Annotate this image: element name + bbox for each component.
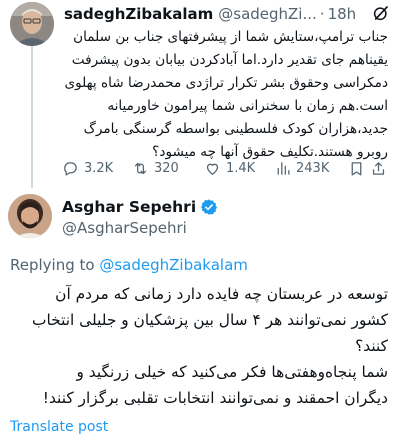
- avatar-sadeghzibakalam[interactable]: [10, 2, 54, 46]
- grok-icon[interactable]: [372, 4, 390, 22]
- parent-text-line: یقیناهم جای تقدیر دارد.اما آبادکردن بیاب…: [71, 52, 388, 68]
- parent-handle[interactable]: @sadeghZi...: [218, 4, 317, 24]
- main-text-line: توسعه در عربستان چه فایده دارد زمانی که …: [55, 285, 388, 303]
- views-icon: [277, 161, 290, 175]
- reply-count: 3.2K: [84, 160, 114, 176]
- main-text-line: دیگران احمقند و نمی‌توانند انتخابات تقلب…: [42, 389, 388, 407]
- thread-connector-line: [31, 38, 33, 188]
- parent-tweet-text: جناب ترامپ،ستایش شما از پیشرفتهای جناب ب…: [62, 26, 388, 164]
- verified-badge-icon[interactable]: [200, 198, 218, 216]
- like-icon: [206, 163, 219, 175]
- like-count: 1.4K: [226, 160, 256, 176]
- retweet-button[interactable]: 320: [132, 160, 204, 177]
- parent-tweet-header: sadeghZibakalam @sadeghZi... · 18h: [64, 4, 388, 24]
- parent-text-line: جناب ترامپ،ستایش شما از پیشرفتهای جناب ب…: [73, 29, 388, 45]
- retweet-icon: [134, 162, 147, 174]
- views-button[interactable]: 243K: [274, 160, 348, 177]
- main-author-row: Asghar Sepehri: [62, 197, 218, 217]
- avatar-asgharsepehri[interactable]: [8, 194, 52, 238]
- parent-text-line: دمکراسی وحقوق بشر تکرار تراژدی محمدرضا ش…: [64, 75, 388, 91]
- bookmark-button[interactable]: [348, 160, 370, 177]
- parent-display-name[interactable]: sadeghZibakalam: [64, 4, 213, 24]
- main-text-line: شما پنجاه‌وهفتی‌ها فکر می‌کنید که خیلی ز…: [76, 363, 388, 381]
- reply-icon: [64, 161, 77, 176]
- main-text-line: کنند؟: [355, 337, 388, 355]
- translate-post-link[interactable]: Translate post: [10, 419, 108, 435]
- bookmark-icon: [351, 161, 362, 176]
- parent-tweet[interactable]: sadeghZibakalam @sadeghZi... · 18h جناب …: [0, 0, 400, 188]
- share-button[interactable]: [370, 160, 390, 177]
- main-text-line: کشور نمی‌توانند هر ۴ سال بین پزشکیان و ج…: [31, 311, 388, 329]
- replying-to: Replying to @sadeghZibakalam: [10, 256, 248, 274]
- main-handle[interactable]: @AsgharSepehri: [62, 219, 187, 237]
- reply-button[interactable]: 3.2K: [62, 160, 132, 177]
- share-icon: [372, 161, 385, 175]
- main-display-name[interactable]: Asghar Sepehri: [62, 198, 196, 216]
- parent-text-line: جدید،هزاران کودک فلسطینی بواسطه گرسنگی ب…: [83, 121, 388, 137]
- replying-to-mention[interactable]: @sadeghZibakalam: [99, 256, 248, 274]
- main-tweet-text: توسعه در عربستان چه فایده دارد زمانی که …: [12, 281, 388, 411]
- parent-action-bar: 3.2K 320 1.4K 243K: [62, 158, 392, 178]
- replying-to-prefix: Replying to: [10, 256, 95, 274]
- parent-timestamp[interactable]: 18h: [328, 4, 357, 24]
- retweet-count: 320: [154, 160, 179, 176]
- views-count: 243K: [296, 160, 330, 176]
- header-separator: ·: [319, 5, 325, 23]
- parent-text-line: است.هم زمان با سخنرانی شما پیرامون خاورم…: [107, 98, 388, 114]
- like-button[interactable]: 1.4K: [204, 160, 274, 177]
